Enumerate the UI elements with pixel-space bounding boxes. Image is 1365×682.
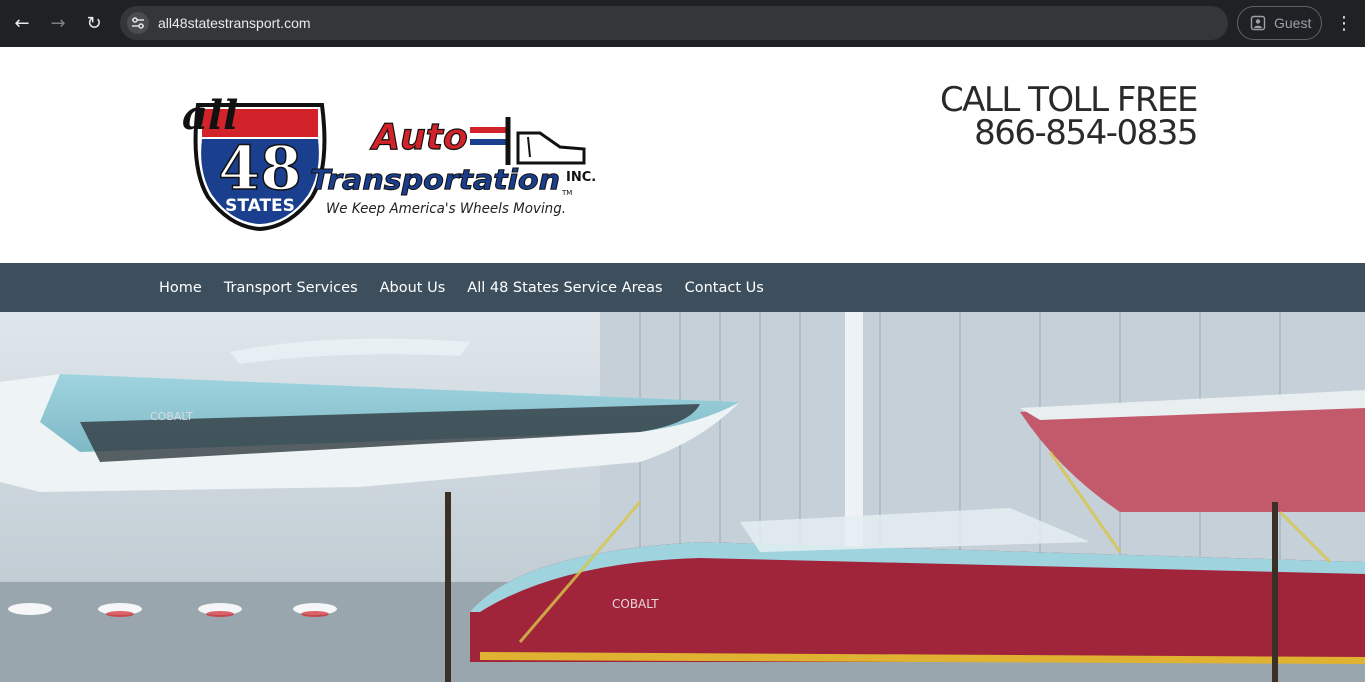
call-toll-free: CALL TOLL FREE 866-854-0835	[939, 80, 1199, 150]
nav-contact-us[interactable]: Contact Us	[674, 280, 775, 296]
nav-about-us[interactable]: About Us	[369, 280, 457, 296]
profile-button[interactable]: Guest	[1237, 6, 1322, 40]
hero-banner: COBALT COBALT	[0, 312, 1365, 682]
reload-icon: ↻	[86, 12, 102, 34]
back-button[interactable]: ←	[7, 8, 37, 38]
top-boat-brand-label: COBALT	[150, 410, 193, 423]
main-nav: Home Transport Services About Us All 48 …	[0, 263, 1365, 312]
logo-48-text: 48	[218, 134, 302, 204]
profile-label: Guest	[1274, 15, 1312, 31]
browser-toolbar: ← → ↻ all48statestransport.com Guest ⋮	[0, 0, 1365, 47]
kebab-menu-icon: ⋮	[1335, 12, 1353, 34]
company-logo[interactable]: all 48 STATES Auto Transportation INC. T…	[180, 77, 600, 237]
nav-service-areas[interactable]: All 48 States Service Areas	[456, 280, 673, 296]
nav-home[interactable]: Home	[148, 280, 213, 296]
back-arrow-icon: ←	[14, 12, 30, 34]
logo-inc-text: INC.	[566, 170, 596, 185]
call-label: CALL TOLL FREE	[939, 80, 1199, 120]
site-header: all 48 STATES Auto Transportation INC. T…	[0, 47, 1365, 263]
browser-menu-button[interactable]: ⋮	[1330, 8, 1358, 38]
logo-tm-text: TM	[561, 189, 572, 197]
address-bar[interactable]: all48statestransport.com	[120, 6, 1228, 40]
forward-button[interactable]: →	[43, 8, 73, 38]
forward-arrow-icon: →	[50, 12, 66, 34]
phone-number[interactable]: 866-854-0835	[940, 116, 1198, 150]
logo-tagline: We Keep America's Wheels Moving.	[326, 201, 566, 217]
tune-icon	[132, 17, 144, 29]
hero-boats-image: COBALT COBALT	[0, 312, 1365, 682]
logo-auto-text: Auto	[369, 117, 467, 158]
nav-transport-services[interactable]: Transport Services	[213, 280, 369, 296]
url-text[interactable]: all48statestransport.com	[158, 15, 311, 31]
front-boat-brand-label: COBALT	[612, 597, 659, 611]
profile-icon	[1250, 15, 1266, 31]
logo-all-text: all	[182, 92, 238, 139]
truck-icon	[470, 117, 586, 165]
logo-transportation-text: Transportation	[310, 163, 560, 196]
site-info-button[interactable]	[127, 12, 149, 34]
reload-button[interactable]: ↻	[79, 8, 109, 38]
logo-states-text: STATES	[225, 196, 295, 216]
